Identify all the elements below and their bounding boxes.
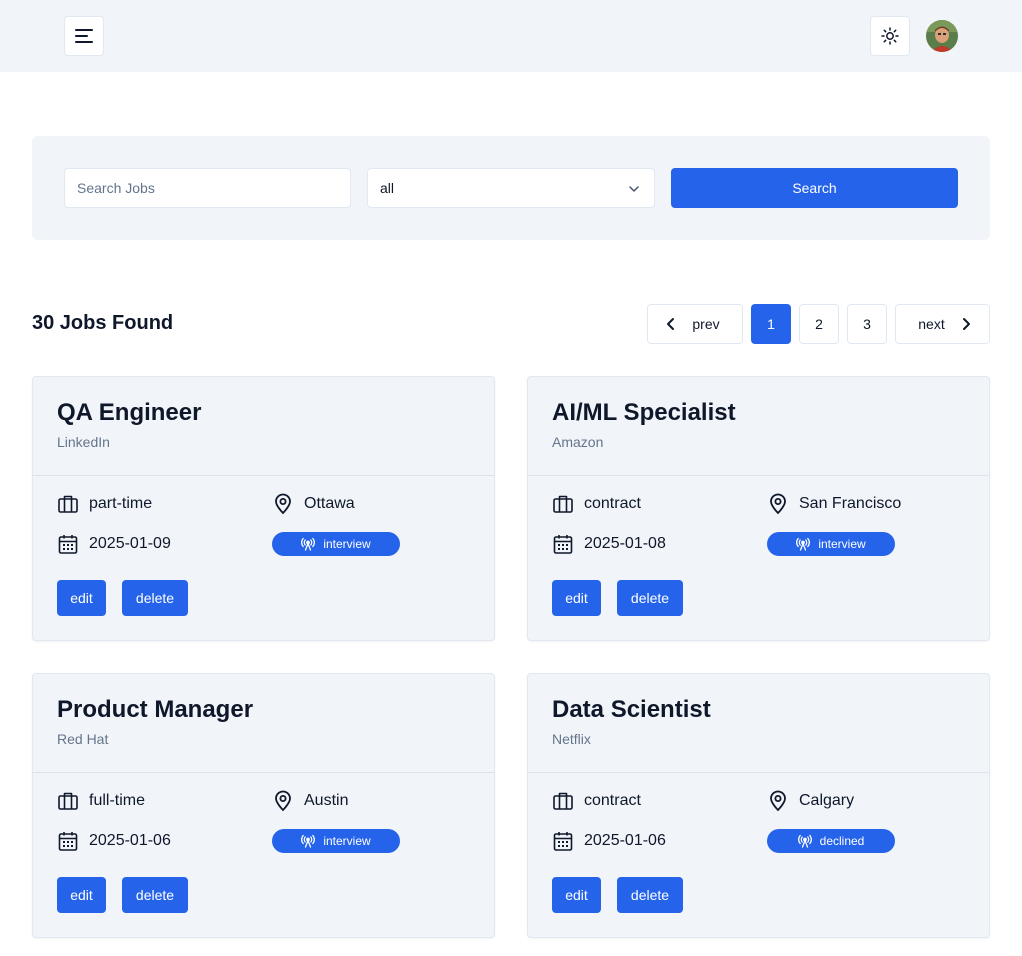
job-location-label: Calgary [799,792,855,809]
job-position: QA Engineer [57,399,202,426]
status-select[interactable]: all [367,168,655,208]
card-divider [528,475,989,476]
status-badge-label: interview [818,537,866,551]
job-type: contract [552,790,641,812]
delete-button[interactable]: delete [122,580,188,616]
page-button-3[interactable]: 3 [847,304,887,344]
job-position: Data Scientist [552,696,711,723]
jobs-count: 30 Jobs Found [32,312,174,334]
job-company: Netflix [552,731,591,747]
edit-button[interactable]: edit [57,580,106,616]
broadcast-icon [301,537,316,551]
map-pin-icon [770,790,786,812]
delete-button[interactable]: delete [122,877,188,913]
search-button[interactable]: Search [671,168,958,208]
status-badge: interview [272,829,400,853]
page-button-1[interactable]: 1 [751,304,791,344]
job-card: AI/ML Specialist Amazon contract San Fra… [527,376,990,641]
status-badge: declined [767,829,895,853]
job-date: 2025-01-09 [57,533,171,555]
chevron-down-icon [629,186,639,192]
delete-button[interactable]: delete [617,877,683,913]
user-avatar[interactable] [926,20,958,52]
job-position: AI/ML Specialist [552,399,736,426]
job-date-label: 2025-01-06 [584,832,666,849]
map-pin-icon [770,493,786,515]
job-type: contract [552,493,641,515]
calendar-icon [553,832,573,851]
search-form: all Search [32,136,990,240]
briefcase-icon [553,792,573,810]
job-location-label: Austin [304,792,349,809]
top-bar [0,0,1022,72]
card-divider [33,772,494,773]
search-input[interactable] [64,168,351,208]
chevron-left-icon [667,318,675,330]
broadcast-icon [796,537,811,551]
prev-page-button[interactable]: prev [647,304,743,344]
hamburger-icon [75,29,93,43]
job-type-label: part-time [89,495,153,512]
job-date: 2025-01-08 [552,533,666,555]
status-badge-label: interview [323,537,371,551]
chevron-right-icon [962,318,970,330]
prev-label: prev [692,316,720,332]
theme-toggle-button[interactable] [870,16,910,56]
job-position: Product Manager [57,696,254,723]
job-date: 2025-01-06 [552,830,666,852]
calendar-icon [553,535,573,554]
job-date-label: 2025-01-08 [584,535,666,552]
sun-icon [881,27,899,45]
card-divider [33,475,494,476]
job-location: Ottawa [272,493,355,515]
menu-button[interactable] [64,16,104,56]
job-location: Calgary [767,790,854,812]
page-button-2[interactable]: 2 [799,304,839,344]
card-divider [528,772,989,773]
job-card: QA Engineer LinkedIn part-time Ottawa 20… [32,376,495,641]
job-location-label: San Francisco [799,495,902,512]
map-pin-icon [275,493,291,515]
status-badge-label: declined [819,834,865,848]
broadcast-icon [301,834,316,848]
job-location-label: Ottawa [304,495,355,512]
edit-button[interactable]: edit [552,580,601,616]
delete-button[interactable]: delete [617,580,683,616]
job-type-label: contract [584,495,641,512]
map-pin-icon [275,790,291,812]
status-select-value: all [380,180,395,196]
status-badge: interview [767,532,895,556]
status-badge-label: interview [323,834,371,848]
avatar-image [926,20,958,52]
job-type: part-time [57,493,152,515]
job-card: Data Scientist Netflix contract Calgary … [527,673,990,938]
status-badge: interview [272,532,400,556]
calendar-icon [58,832,78,851]
calendar-icon [58,535,78,554]
job-location: Austin [272,790,348,812]
job-date-label: 2025-01-09 [89,535,171,552]
job-type-label: full-time [89,792,146,809]
edit-button[interactable]: edit [552,877,601,913]
next-page-button[interactable]: next [895,304,990,344]
job-card: Product Manager Red Hat full-time Austin… [32,673,495,938]
job-company: LinkedIn [57,434,110,450]
job-company: Amazon [552,434,604,450]
job-type-label: contract [584,792,641,809]
job-date-label: 2025-01-06 [89,832,171,849]
briefcase-icon [553,495,573,513]
job-location: San Francisco [767,493,901,515]
job-company: Red Hat [57,731,109,747]
edit-button[interactable]: edit [57,877,106,913]
next-label: next [918,316,945,332]
broadcast-icon [797,834,812,848]
job-date: 2025-01-06 [57,830,171,852]
job-type: full-time [57,790,145,812]
briefcase-icon [58,495,78,513]
briefcase-icon [58,792,78,810]
